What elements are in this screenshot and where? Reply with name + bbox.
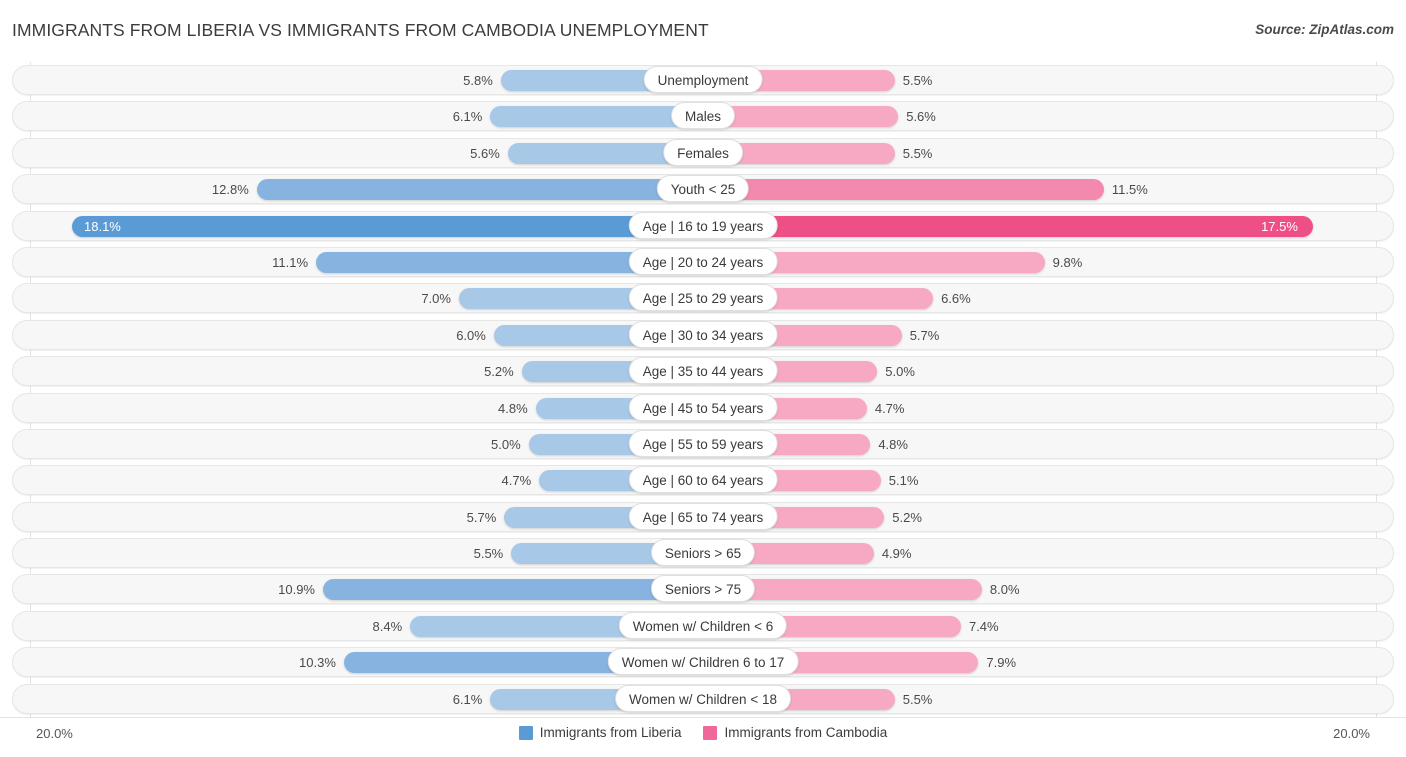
legend-label: Immigrants from Liberia <box>540 725 682 740</box>
value-label-cambodia: 9.8% <box>1053 253 1083 272</box>
chart-row: 5.2% 5.0% Age | 35 to 44 years <box>0 353 1406 389</box>
chart-row: 5.8% 5.5% Unemployment <box>0 62 1406 98</box>
chart-row: 5.0% 4.8% Age | 55 to 59 years <box>0 426 1406 462</box>
chart-page: IMMIGRANTS FROM LIBERIA VS IMMIGRANTS FR… <box>0 0 1406 757</box>
chart-legend: Immigrants from Liberia Immigrants from C… <box>0 725 1406 740</box>
value-label-liberia: 6.0% <box>0 326 486 345</box>
category-label-pill: Age | 30 to 34 years <box>629 321 778 348</box>
value-label-liberia: 5.6% <box>0 144 500 163</box>
source-attribution: Source: ZipAtlas.com <box>1255 22 1394 37</box>
value-label-cambodia: 4.8% <box>878 435 908 454</box>
category-label-pill: Age | 16 to 19 years <box>629 212 778 239</box>
value-label-liberia: 6.1% <box>0 107 482 126</box>
bar-liberia <box>323 579 703 600</box>
chart-row: 10.9% 8.0% Seniors > 75 <box>0 571 1406 607</box>
value-label-liberia: 5.5% <box>0 544 503 563</box>
value-label-cambodia: 5.7% <box>910 326 940 345</box>
category-label-pill: Age | 65 to 74 years <box>629 503 778 530</box>
chart-row: 5.7% 5.2% Age | 65 to 74 years <box>0 499 1406 535</box>
value-label-liberia: 5.7% <box>0 508 496 527</box>
chart-row: 4.7% 5.1% Age | 60 to 64 years <box>0 462 1406 498</box>
category-label-pill: Seniors > 65 <box>651 539 755 566</box>
value-label-cambodia: 11.5% <box>1112 180 1148 199</box>
category-label-pill: Women w/ Children < 18 <box>615 685 791 712</box>
value-label-liberia: 10.9% <box>0 580 315 599</box>
value-label-cambodia: 8.0% <box>990 580 1020 599</box>
value-label-liberia: 4.8% <box>0 399 528 418</box>
page-title: IMMIGRANTS FROM LIBERIA VS IMMIGRANTS FR… <box>12 20 709 41</box>
value-label-cambodia: 4.7% <box>875 399 905 418</box>
chart-footer: 20.0% 20.0% Immigrants from LiberiaImmig… <box>0 717 1406 757</box>
category-label-pill: Males <box>671 102 735 129</box>
chart-row: 6.0% 5.7% Age | 30 to 34 years <box>0 317 1406 353</box>
category-label-pill: Women w/ Children < 6 <box>619 612 787 639</box>
value-label-cambodia: 7.9% <box>986 653 1016 672</box>
chart-row: 5.6% 5.5% Females <box>0 135 1406 171</box>
chart-row: 10.3% 7.9% Women w/ Children 6 to 17 <box>0 644 1406 680</box>
value-label-cambodia: 5.5% <box>903 690 933 709</box>
bar-rows-container: 5.8% 5.5% Unemployment 6.1% 5.6% Males 5.6% 5.5… <box>0 62 1406 717</box>
legend-item[interactable]: Immigrants from Cambodia <box>703 725 887 740</box>
legend-label: Immigrants from Cambodia <box>724 725 887 740</box>
chart-row: 5.5% 4.9% Seniors > 65 <box>0 535 1406 571</box>
value-label-liberia: 5.0% <box>0 435 521 454</box>
value-label-cambodia: 5.5% <box>903 144 933 163</box>
value-label-cambodia: 5.0% <box>885 362 915 381</box>
value-label-cambodia: 5.6% <box>906 107 936 126</box>
chart-row: 11.1% 9.8% Age | 20 to 24 years <box>0 244 1406 280</box>
chart-row: 6.1% 5.5% Women w/ Children < 18 <box>0 681 1406 717</box>
category-label-pill: Females <box>663 139 743 166</box>
bar-liberia <box>257 179 703 200</box>
value-label-liberia: 5.8% <box>0 71 493 90</box>
category-label-pill: Seniors > 75 <box>651 575 755 602</box>
bar-cambodia <box>703 216 1313 237</box>
category-label-pill: Women w/ Children 6 to 17 <box>608 648 799 675</box>
chart-row: 8.4% 7.4% Women w/ Children < 6 <box>0 608 1406 644</box>
value-label-liberia: 10.3% <box>0 653 336 672</box>
category-label-pill: Age | 55 to 59 years <box>629 430 778 457</box>
value-label-cambodia: 5.1% <box>889 471 919 490</box>
category-label-pill: Age | 35 to 44 years <box>629 357 778 384</box>
legend-swatch-icon <box>703 726 717 740</box>
value-label-liberia: 7.0% <box>0 289 451 308</box>
category-label-pill: Age | 25 to 29 years <box>629 284 778 311</box>
value-label-cambodia: 7.4% <box>969 617 999 636</box>
category-label-pill: Age | 20 to 24 years <box>629 248 778 275</box>
chart-plot-area: 5.8% 5.5% Unemployment 6.1% 5.6% Males 5.6% 5.5… <box>0 62 1406 717</box>
bar-cambodia <box>703 179 1104 200</box>
value-label-cambodia: 4.9% <box>882 544 912 563</box>
value-label-liberia: 5.2% <box>0 362 514 381</box>
value-label-liberia: 8.4% <box>0 617 402 636</box>
value-label-liberia: 11.1% <box>0 253 308 272</box>
value-label-cambodia: 6.6% <box>941 289 971 308</box>
value-label-liberia: 4.7% <box>0 471 531 490</box>
category-label-pill: Unemployment <box>644 66 763 93</box>
chart-header: IMMIGRANTS FROM LIBERIA VS IMMIGRANTS FR… <box>0 0 1406 62</box>
chart-row: 7.0% 6.6% Age | 25 to 29 years <box>0 280 1406 316</box>
value-label-liberia: 12.8% <box>0 180 249 199</box>
value-label-cambodia: 5.2% <box>892 508 922 527</box>
category-label-pill: Youth < 25 <box>657 175 749 202</box>
category-label-pill: Age | 60 to 64 years <box>629 466 778 493</box>
value-label-cambodia: 17.5% <box>1261 217 1298 236</box>
legend-swatch-icon <box>519 726 533 740</box>
chart-row: 6.1% 5.6% Males <box>0 98 1406 134</box>
chart-row: 4.8% 4.7% Age | 45 to 54 years <box>0 390 1406 426</box>
chart-row: 12.8% 11.5% Youth < 25 <box>0 171 1406 207</box>
bar-liberia <box>72 216 703 237</box>
legend-item[interactable]: Immigrants from Liberia <box>519 725 682 740</box>
value-label-liberia: 6.1% <box>0 690 482 709</box>
chart-row: 18.1% 17.5% Age | 16 to 19 years <box>0 208 1406 244</box>
value-label-liberia: 18.1% <box>84 217 121 236</box>
value-label-cambodia: 5.5% <box>903 71 933 90</box>
category-label-pill: Age | 45 to 54 years <box>629 394 778 421</box>
